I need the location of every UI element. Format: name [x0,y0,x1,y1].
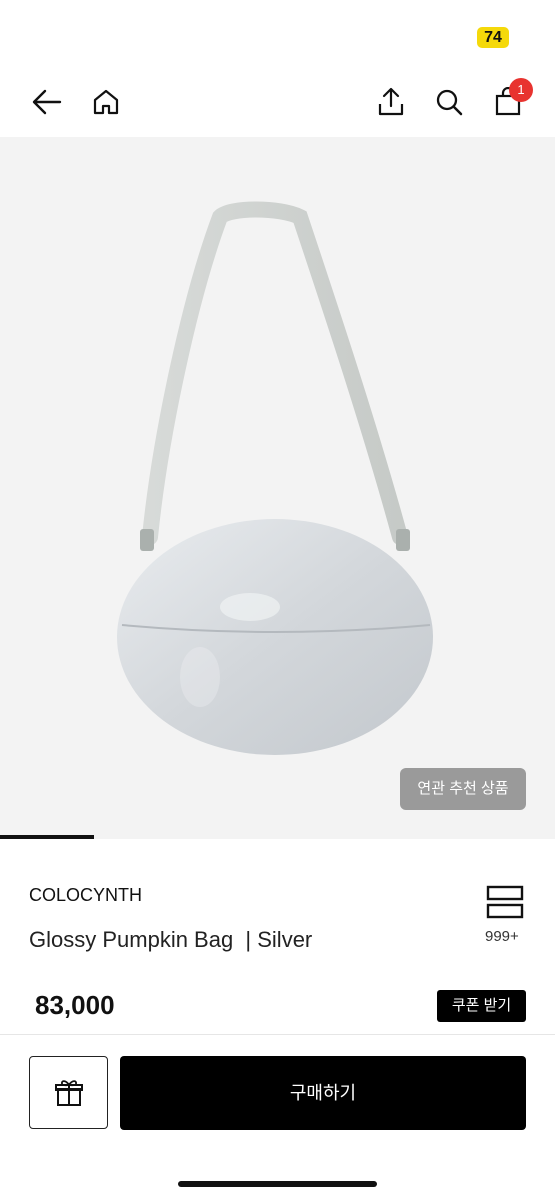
coupon-button[interactable]: 쿠폰 받기 [437,990,526,1022]
related-products-button[interactable]: 연관 추천 상품 [400,768,526,810]
back-button[interactable] [27,82,67,122]
carousel-progress-indicator [0,835,94,839]
product-title: Glossy Pumpkin Bag | Silver [29,927,313,952]
search-icon [436,89,463,116]
cart-count-badge: 1 [509,78,533,102]
stack-icon [486,885,524,919]
brand-name[interactable]: COLOCYNTH [29,885,142,906]
search-button[interactable] [429,82,469,122]
home-icon [93,89,119,115]
buy-button[interactable]: 구매하기 [120,1056,526,1130]
divider [0,1034,555,1035]
home-indicator[interactable] [178,1181,377,1187]
bag-illustration [117,201,433,755]
arrow-left-icon [32,89,62,115]
share-button[interactable] [371,82,411,122]
gift-button[interactable] [29,1056,108,1129]
wishlist-button[interactable] [486,885,524,919]
home-button[interactable] [86,82,126,122]
gift-icon [54,1079,83,1106]
product-image[interactable] [0,137,555,837]
share-icon [378,87,404,116]
product-price: 83,000 [35,990,115,1020]
status-badge: 74 [477,27,509,48]
wishlist-count: 999+ [485,928,519,945]
